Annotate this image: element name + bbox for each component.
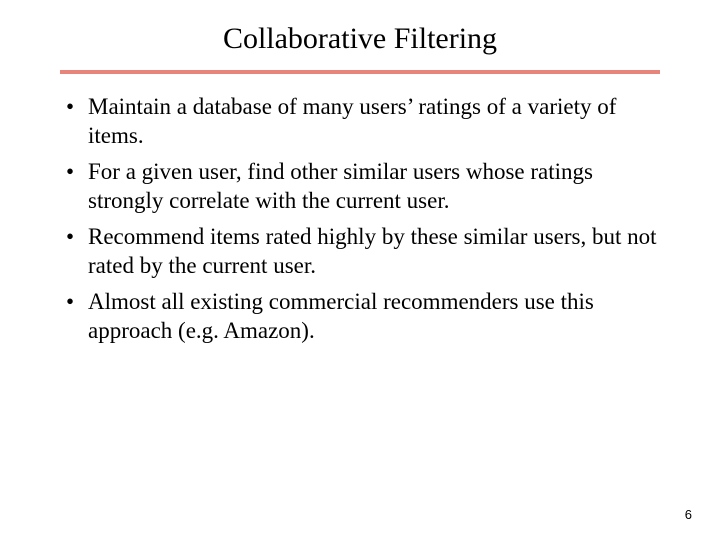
list-item: • For a given user, find other similar u… bbox=[60, 157, 660, 216]
title-underline bbox=[60, 70, 660, 74]
bullet-text: Almost all existing commercial recommend… bbox=[88, 289, 594, 343]
bullet-text: Maintain a database of many users’ ratin… bbox=[88, 94, 616, 148]
bullet-icon: • bbox=[66, 222, 74, 251]
bullet-text: For a given user, find other similar use… bbox=[88, 159, 593, 213]
bullet-icon: • bbox=[66, 157, 74, 186]
list-item: • Almost all existing commercial recomme… bbox=[60, 287, 660, 346]
slide-title: Collaborative Filtering bbox=[60, 22, 660, 56]
bullet-list: • Maintain a database of many users’ rat… bbox=[60, 92, 660, 346]
list-item: • Recommend items rated highly by these … bbox=[60, 222, 660, 281]
bullet-text: Recommend items rated highly by these si… bbox=[88, 224, 657, 278]
bullet-icon: • bbox=[66, 92, 74, 121]
bullet-icon: • bbox=[66, 287, 74, 316]
slide: Collaborative Filtering • Maintain a dat… bbox=[0, 0, 720, 540]
list-item: • Maintain a database of many users’ rat… bbox=[60, 92, 660, 151]
page-number: 6 bbox=[685, 507, 692, 522]
